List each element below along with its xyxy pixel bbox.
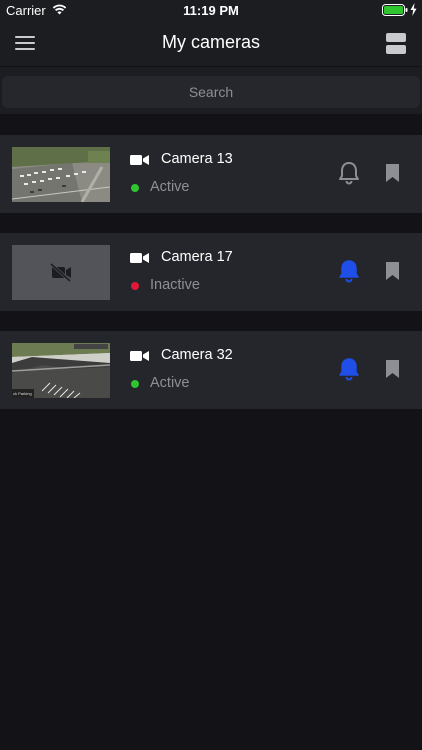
search-input[interactable]	[2, 76, 420, 108]
status-indicator-inactive	[131, 282, 139, 290]
camera-card[interactable]: ck Parking Camera 32 Active	[0, 331, 422, 409]
status-bar: Carrier 11:19 PM	[0, 0, 422, 22]
notification-bell-on-icon[interactable]	[337, 356, 361, 381]
status-indicator-active	[131, 184, 139, 192]
page-title: My cameras	[161, 32, 260, 52]
clock: 11:19 PM	[183, 3, 239, 18]
notification-bell-on-icon[interactable]	[337, 258, 361, 283]
camera-card[interactable]: Camera 13 Active	[0, 135, 422, 213]
camera-thumbnail[interactable]: ck Parking	[12, 343, 110, 398]
video-camera-icon	[130, 155, 149, 165]
camera-card[interactable]: Camera 17 Inactive	[0, 233, 422, 311]
camera-name: Camera 17	[161, 249, 233, 265]
camera-thumbnail[interactable]	[12, 147, 110, 202]
parking-lot-aerial-image	[12, 147, 110, 202]
camera-status: Active	[150, 375, 190, 391]
charging-bolt-icon	[410, 3, 417, 16]
camera-name: Camera 13	[161, 151, 233, 167]
video-off-icon	[12, 245, 110, 300]
bookmark-icon[interactable]	[385, 261, 400, 281]
bookmark-icon[interactable]	[385, 359, 400, 379]
layout-toggle-icon[interactable]	[386, 33, 406, 54]
camera-status: Inactive	[150, 277, 200, 293]
camera-name: Camera 32	[161, 347, 233, 363]
status-indicator-active	[131, 380, 139, 388]
notification-bell-off-icon[interactable]	[337, 160, 361, 185]
parking-lot-ground-image: ck Parking	[12, 343, 110, 398]
bookmark-icon[interactable]	[385, 163, 400, 183]
navigation-bar: My cameras	[0, 22, 422, 66]
camera-thumbnail[interactable]	[12, 245, 110, 300]
camera-list: Camera 13 Active Camera 17 Inactive ck P…	[0, 135, 422, 429]
svg-text:ck Parking: ck Parking	[13, 391, 32, 396]
battery-icon	[382, 4, 408, 16]
video-camera-icon	[130, 253, 149, 263]
video-camera-icon	[130, 351, 149, 361]
camera-status: Active	[150, 179, 190, 195]
search-bar	[0, 66, 422, 114]
